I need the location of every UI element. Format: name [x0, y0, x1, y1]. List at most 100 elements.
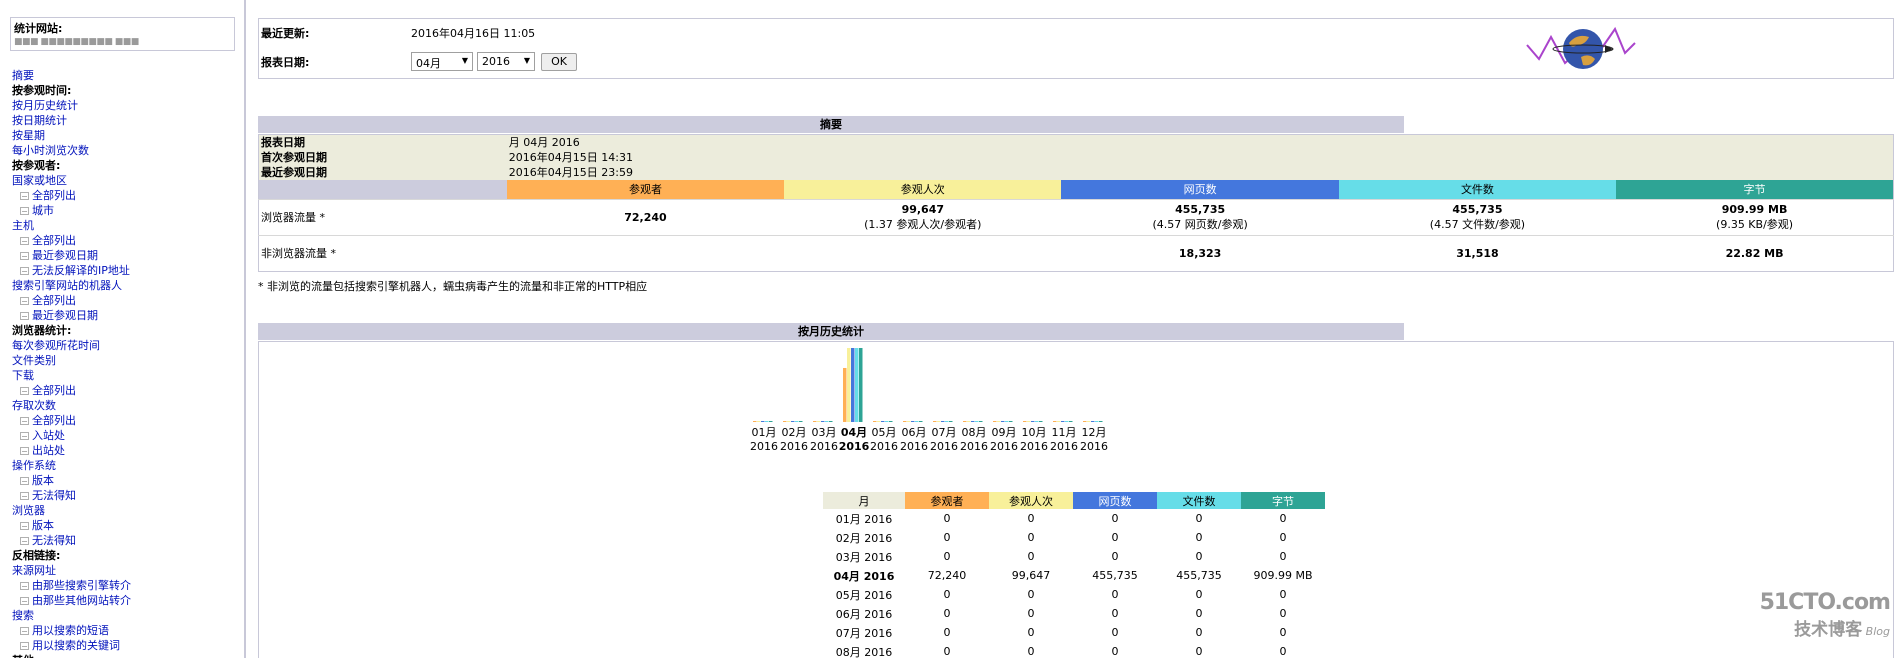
bar-05月-网页数: [881, 421, 885, 422]
history-value: 0: [1279, 626, 1287, 639]
nav-link[interactable]: 每次参观所花时间: [12, 338, 131, 353]
bar-01月-参观者: [753, 421, 757, 422]
nav-link[interactable]: 无法得知: [12, 533, 131, 548]
nav-link[interactable]: 按月历史统计: [12, 98, 131, 113]
nav-link[interactable]: 最近参观日期: [12, 248, 131, 263]
nav-link-label: 下载: [12, 369, 34, 382]
bar-09月-网页数: [1001, 421, 1005, 422]
site-info-box: 统计网站: ■■■ ■■■■■■■■■ ■■■: [10, 17, 235, 51]
ok-button[interactable]: OK: [541, 53, 577, 71]
history-value: 0: [1027, 607, 1035, 620]
history-value: 0: [1195, 645, 1203, 658]
x-tick-year: 2016: [960, 440, 988, 453]
nav-link-label: 用以搜索的短语: [32, 624, 109, 637]
history-value: 0: [943, 550, 951, 563]
watermark: 51CTO.com 技术博客 Blog: [1760, 590, 1891, 640]
history-value: 0: [1195, 607, 1203, 620]
summary-table: 报表日期月 04月 2016 首次参观日期 2016年04月15日 14:31 最近参…: [258, 134, 1894, 272]
summary-footnote: * 非浏览的流量包括搜索引擎机器人，蠕虫病毒产生的流量和非正常的HTTP相应: [258, 280, 648, 293]
nav-link[interactable]: 版本: [12, 518, 131, 533]
awstats-globe-logo-icon: [1526, 26, 1636, 69]
browser-visits-cell: 99,647 (1.37 参观人次/参观者): [784, 198, 1062, 235]
value: 455,735: [1452, 202, 1503, 216]
bar-11月-网页数: [1061, 421, 1065, 422]
year-select[interactable]: 2016 ▼: [477, 52, 535, 71]
x-tick-label: 08月: [962, 426, 987, 439]
nav-link[interactable]: 搜索引擎网站的机器人: [12, 278, 131, 293]
nav-link[interactable]: 文件类别: [12, 353, 131, 368]
nonbrowser-bytes-cell: 22.82 MB: [1616, 234, 1894, 271]
nav-link-label: 按月历史统计: [12, 99, 78, 112]
nav-link[interactable]: 由那些其他网站转介: [12, 593, 131, 608]
nav-link[interactable]: 摘要: [12, 68, 131, 83]
nav-link-label: 无法得知: [32, 534, 76, 547]
nav-link[interactable]: 无法得知: [12, 488, 131, 503]
nav-link[interactable]: 国家或地区: [12, 173, 131, 188]
last-update-label: 最近更新:: [261, 27, 310, 40]
nav-link[interactable]: 城市: [12, 203, 131, 218]
nav-link[interactable]: 版本: [12, 473, 131, 488]
nav-link[interactable]: 搜索: [12, 608, 131, 623]
nav-link[interactable]: 用以搜索的关键词: [12, 638, 131, 653]
bar-06月-参观者: [903, 421, 907, 422]
nav-link[interactable]: 下载: [12, 368, 131, 383]
nav-link[interactable]: 全部列出: [12, 293, 131, 308]
history-value: 0: [1111, 550, 1119, 563]
bar-07月-参观者: [933, 421, 937, 422]
nav-link-label: 国家或地区: [12, 174, 67, 187]
nav-link[interactable]: 出站处: [12, 443, 131, 458]
nav-link[interactable]: 浏览器: [12, 503, 131, 518]
nav-link[interactable]: 全部列出: [12, 188, 131, 203]
nav-link[interactable]: 每小时浏览次数: [12, 143, 131, 158]
history-row: 01月 2016 0 0 0 0 0: [823, 509, 1325, 528]
nav-link[interactable]: 主机: [12, 218, 131, 233]
nav-link-label: 操作系统: [12, 459, 56, 472]
history-month: 02月 2016: [835, 531, 893, 545]
nav-link[interactable]: 存取次数: [12, 398, 131, 413]
bar-08月-文件数: [975, 421, 979, 422]
nav-link-label: 存取次数: [12, 399, 56, 412]
nonbrowser-visits-cell: [784, 234, 1062, 271]
nav-link-label: 全部列出: [32, 384, 76, 397]
bar-03月-文件数: [825, 421, 829, 422]
col-visits: 参观人次: [784, 180, 1062, 199]
bar-03月-网页数: [821, 421, 825, 422]
x-tick-year: 2016: [839, 440, 870, 453]
bar-11月-文件数: [1065, 421, 1069, 422]
nav-link[interactable]: 入站处: [12, 428, 131, 443]
nav-link[interactable]: 全部列出: [12, 413, 131, 428]
nav-link[interactable]: 操作系统: [12, 458, 131, 473]
bar-07月-文件数: [945, 421, 949, 422]
summary-header-row: 参观者 参观人次 网页数 文件数 字节: [258, 180, 1894, 199]
nav-link[interactable]: 用以搜索的短语: [12, 623, 131, 638]
subitem-icon: [20, 267, 29, 275]
history-value: 0: [1027, 645, 1035, 658]
nav-link[interactable]: 来源网址: [12, 563, 131, 578]
nav-link-label: 无法得知: [32, 489, 76, 502]
bar-09月-字节: [1009, 421, 1013, 422]
subitem-icon: [20, 537, 29, 545]
x-tick-year: 2016: [1020, 440, 1048, 453]
nav-link[interactable]: 由那些搜索引擎转介: [12, 578, 131, 593]
nav-link-label: 文件类别: [12, 354, 56, 367]
bar-11月-参观人次: [1057, 421, 1061, 422]
x-tick-year: 2016: [810, 440, 838, 453]
nav-link[interactable]: 按日期统计: [12, 113, 131, 128]
info-value: 月 04月 2016: [506, 134, 1894, 150]
history-value: 0: [1027, 626, 1035, 639]
nav-link[interactable]: 最近参观日期: [12, 308, 131, 323]
nav-link[interactable]: 无法反解译的IP地址: [12, 263, 131, 278]
month-select[interactable]: 04月 ▼: [411, 52, 473, 71]
history-row: 08月 2016 0 0 0 0 0: [823, 642, 1325, 658]
bar-02月-参观人次: [787, 421, 791, 422]
col-bytes: 字节: [1616, 180, 1894, 199]
nav-link[interactable]: 全部列出: [12, 233, 131, 248]
year-select-value: 2016: [482, 55, 510, 68]
history-value: 0: [1279, 531, 1287, 544]
bar-03月-字节: [829, 421, 833, 422]
nav-link[interactable]: 全部列出: [12, 383, 131, 398]
nav-link[interactable]: 按星期: [12, 128, 131, 143]
nav-link-label: 搜索引擎网站的机器人: [12, 279, 122, 292]
history-value: 0: [1027, 531, 1035, 544]
x-tick-label: 02月: [782, 426, 807, 439]
